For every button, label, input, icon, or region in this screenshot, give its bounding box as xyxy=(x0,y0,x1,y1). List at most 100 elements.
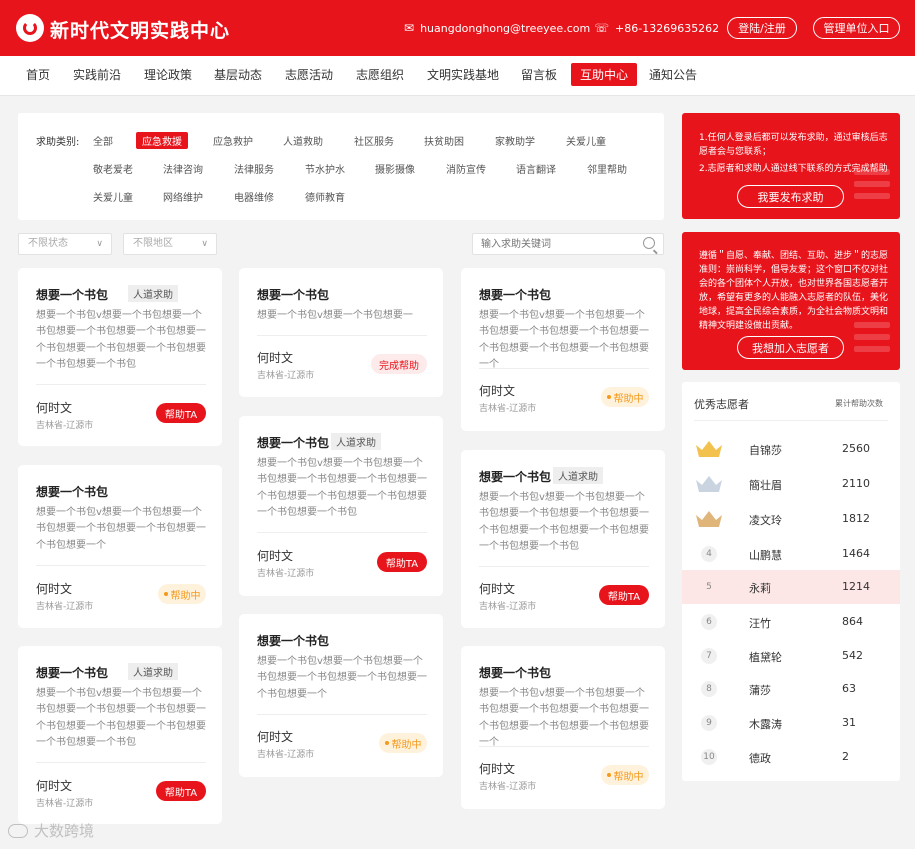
card-requester-name: 何时文 xyxy=(257,549,294,563)
help-ta-button[interactable]: 帮助TA xyxy=(377,552,427,572)
help-request-card[interactable]: 想要一个书包 人道求助 想要一个书包v想要一个书包想要一个书包想要一个书包想要一… xyxy=(239,416,443,596)
card-title: 想要一个书包 xyxy=(479,666,552,680)
ranking-row[interactable]: 7 植黛轮 542 xyxy=(682,639,900,673)
chevron-down-icon: ∨ xyxy=(201,239,208,249)
rank-number: 5 xyxy=(706,582,712,592)
card-category-tag: 人道求助 xyxy=(331,433,381,450)
admin-entry-button[interactable]: 管理单位入口 xyxy=(813,17,900,39)
search-icon[interactable] xyxy=(643,237,655,249)
help-request-card[interactable]: 想要一个书包 人道求助 想要一个书包v想要一个书包想要一个书包想要一个书包想要一… xyxy=(18,646,222,824)
category-tag[interactable]: 敬老爱老 xyxy=(93,161,133,176)
help-request-card[interactable]: 想要一个书包 想要一个书包v想要一个书包想要一个书包想要一个书包想要一个书包想要… xyxy=(461,646,665,809)
nav-volunteer-org[interactable]: 志愿组织 xyxy=(356,66,404,83)
card-title: 想要一个书包 xyxy=(479,288,552,302)
category-tag-active[interactable]: 应急救援 xyxy=(136,132,188,149)
category-tag[interactable]: 消防宣传 xyxy=(446,161,486,176)
ranking-row[interactable]: 簡壮眉 2110 xyxy=(682,467,900,501)
status-badge: 帮助中 xyxy=(158,584,206,604)
category-tag[interactable]: 关爱儿童 xyxy=(93,189,133,204)
help-ta-button[interactable]: 帮助TA xyxy=(156,781,206,801)
join-volunteer-button[interactable]: 我想加入志愿者 xyxy=(737,336,844,359)
help-count: 63 xyxy=(842,682,856,695)
help-request-card[interactable]: 想要一个书包 人道求助 想要一个书包v想要一个书包想要一个书包想要一个书包想要一… xyxy=(18,268,222,446)
category-tag[interactable]: 德师教育 xyxy=(305,189,345,204)
card-description: 想要一个书包v想要一个书包想要一个书包想要一个书包想要一个书包想要一个书包想要一… xyxy=(36,310,206,371)
rank-number: 4 xyxy=(701,546,717,562)
nav-practice-frontier[interactable]: 实践前沿 xyxy=(73,66,121,83)
card-divider xyxy=(479,746,649,747)
category-tag[interactable]: 电器维修 xyxy=(234,189,274,204)
card-requester-name: 何时文 xyxy=(479,762,516,776)
publish-help-banner: 1.任何人登录后都可以发布求助，通过审核后志愿者会与您联系； 2.志愿者和求助人… xyxy=(682,113,900,219)
volunteer-name: 汪竹 xyxy=(749,617,771,630)
nav-theory-policy[interactable]: 理论政策 xyxy=(144,66,192,83)
nav-notices[interactable]: 通知公告 xyxy=(649,66,697,83)
login-button[interactable]: 登陆/注册 xyxy=(727,17,797,39)
help-request-card[interactable]: 想要一个书包 想要一个书包v想要一个书包想要一 何时文 吉林省-辽源市 完成帮助 xyxy=(239,268,443,397)
category-tag[interactable]: 节水护水 xyxy=(305,161,345,176)
card-category-tag: 人道求助 xyxy=(128,663,178,680)
nav-grassroots-news[interactable]: 基层动态 xyxy=(214,66,262,83)
category-tag[interactable]: 全部 xyxy=(93,133,113,148)
help-count: 1464 xyxy=(842,547,870,560)
nav-volunteer-activity[interactable]: 志愿活动 xyxy=(285,66,333,83)
search-input[interactable] xyxy=(481,236,631,252)
category-tag[interactable]: 应急救护 xyxy=(213,133,253,148)
watermark-logo-icon xyxy=(8,823,28,838)
help-count: 2110 xyxy=(842,477,870,490)
ranking-row[interactable]: 凌文玲 1812 xyxy=(682,502,900,536)
category-tag[interactable]: 法律咨询 xyxy=(163,161,203,176)
phone-text: +86-13269635262 xyxy=(615,21,720,35)
publish-help-button[interactable]: 我要发布求助 xyxy=(737,185,844,208)
card-description: 想要一个书包v想要一个书包想要一个书包想要一个书包想要一个书包想要一个书包想要一… xyxy=(479,492,649,553)
help-request-card[interactable]: 想要一个书包 想要一个书包v想要一个书包想要一个书包想要一个书包想要一个书包想要… xyxy=(461,268,665,431)
volunteer-name: 凌文玲 xyxy=(749,514,782,527)
ranking-row[interactable]: 8 蒲莎 63 xyxy=(682,672,900,706)
help-request-card[interactable]: 想要一个书包 人道求助 想要一个书包v想要一个书包想要一个书包想要一个书包想要一… xyxy=(461,450,665,628)
region-select[interactable]: 不限地区 ∨ xyxy=(123,233,217,255)
ranking-row[interactable]: 6 汪竹 864 xyxy=(682,605,900,639)
ranking-row[interactable]: 4 山鹏慧 1464 xyxy=(682,537,900,571)
nav-home[interactable]: 首页 xyxy=(26,66,50,83)
mail-icon: ✉ xyxy=(404,21,415,35)
category-tag[interactable]: 社区服务 xyxy=(354,133,394,148)
help-ta-button[interactable]: 帮助TA xyxy=(156,403,206,423)
card-requester-name: 何时文 xyxy=(36,401,73,415)
help-count: 2 xyxy=(842,750,849,763)
category-tag[interactable]: 关爱儿童 xyxy=(566,133,606,148)
category-tag[interactable]: 人道救助 xyxy=(283,133,323,148)
card-requester-name: 何时文 xyxy=(257,351,294,365)
nav-practice-base[interactable]: 文明实践基地 xyxy=(427,66,499,83)
ranking-row[interactable]: 9 木露涛 31 xyxy=(682,706,900,740)
help-request-card[interactable]: 想要一个书包 想要一个书包v想要一个书包想要一个书包想要一个书包想要一个书包想要… xyxy=(239,614,443,777)
category-tag[interactable]: 法律服务 xyxy=(234,161,274,176)
category-tag[interactable]: 语言翻译 xyxy=(516,161,556,176)
help-ta-button[interactable]: 帮助TA xyxy=(599,585,649,605)
nav-mutual-aid[interactable]: 互助中心 xyxy=(571,63,638,86)
card-divider xyxy=(36,565,206,566)
category-tag[interactable]: 家教助学 xyxy=(495,133,535,148)
ranking-row[interactable]: 10 德政 2 xyxy=(682,740,900,774)
card-title: 想要一个书包 xyxy=(36,666,109,680)
status-badge: 帮助中 xyxy=(379,733,427,753)
ranking-row-highlighted[interactable]: 5 永莉 1214 xyxy=(682,570,900,604)
category-tag[interactable]: 邻里帮助 xyxy=(587,161,627,176)
email-text: huangdonghong@treeyee.com xyxy=(420,21,591,35)
ranking-row[interactable]: 自锦莎 2560 xyxy=(682,432,900,466)
card-description: 想要一个书包v想要一个书包想要一个书包想要一个书包想要一个书包想要一个书包想要一… xyxy=(257,656,427,700)
category-tag[interactable]: 网络维护 xyxy=(163,189,203,204)
card-description: 想要一个书包v想要一个书包想要一个书包想要一个书包想要一个书包想要一个书包想要一… xyxy=(36,507,206,551)
nav-message-board[interactable]: 留言板 xyxy=(521,66,557,83)
status-badge: 完成帮助 xyxy=(371,354,427,374)
card-title: 想要一个书包 xyxy=(257,634,330,648)
rank-number: 9 xyxy=(701,715,717,731)
site-title[interactable]: 新时代文明实践中心 xyxy=(50,16,230,43)
card-location: 吉林省-辽源市 xyxy=(479,782,537,792)
category-tag[interactable]: 摄影摄像 xyxy=(375,161,415,176)
logo-icon[interactable] xyxy=(16,14,44,42)
card-divider xyxy=(257,532,427,533)
volunteer-ranking: 优秀志愿者 累计帮助次数 自锦莎 2560 簡壮眉 2110 凌文玲 1812 … xyxy=(682,382,900,781)
category-tag[interactable]: 扶贫助困 xyxy=(424,133,464,148)
status-select[interactable]: 不限状态 ∨ xyxy=(18,233,112,255)
help-request-card[interactable]: 想要一个书包 想要一个书包v想要一个书包想要一个书包想要一个书包想要一个书包想要… xyxy=(18,465,222,628)
